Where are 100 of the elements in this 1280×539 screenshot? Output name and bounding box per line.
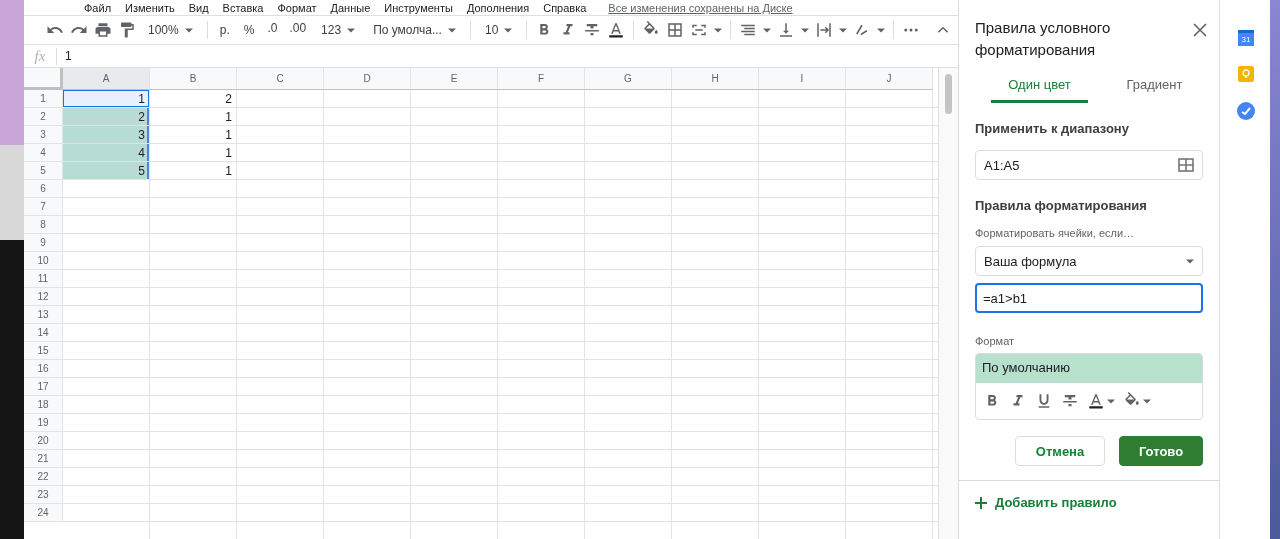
toolbar-dropdown[interactable]: 100% — [142, 21, 199, 39]
row-header[interactable]: 1 — [24, 90, 63, 108]
format-label: Формат — [975, 335, 1016, 347]
column-header[interactable]: G — [585, 68, 672, 90]
row-header[interactable]: 14 — [24, 324, 63, 342]
toolbar-button[interactable]: % — [239, 21, 259, 39]
column-header[interactable]: H — [672, 68, 759, 90]
table-cell[interactable]: 1 — [150, 108, 237, 126]
condition-label: Форматировать ячейки, если… — [975, 227, 1136, 239]
row-header[interactable]: 10 — [24, 252, 63, 270]
menu-item[interactable]: Инструменты — [384, 1, 453, 14]
caret-icon — [1186, 258, 1194, 264]
menu-item[interactable]: Вид — [188, 1, 209, 14]
caret-icon — [504, 27, 513, 33]
column-header[interactable]: E — [411, 68, 498, 90]
close-icon[interactable] — [1193, 23, 1207, 37]
toolbar-button[interactable]: .0 — [264, 21, 281, 39]
row-header[interactable]: 8 — [24, 216, 63, 234]
print-icon[interactable] — [94, 21, 112, 39]
row-header[interactable]: 11 — [24, 270, 63, 288]
menu-item[interactable]: Файл — [84, 1, 112, 14]
column-header[interactable]: C — [237, 68, 324, 90]
caret-icon — [839, 27, 848, 33]
column-header[interactable]: A — [63, 68, 150, 90]
add-rule-button[interactable]: Добавить правило — [975, 495, 1203, 510]
section-heading: Правила форматирования — [975, 198, 1148, 213]
toolbar-dropdown[interactable]: 123 — [315, 21, 362, 39]
condition-dropdown[interactable]: Ваша формула — [975, 246, 1203, 276]
row-header[interactable]: 13 — [24, 306, 63, 324]
column-header[interactable]: F — [498, 68, 585, 90]
caret-icon — [347, 27, 356, 33]
row-header[interactable]: 9 — [24, 234, 63, 252]
range-field[interactable]: A1:A5 — [975, 150, 1203, 180]
menu-item[interactable]: Вставка — [222, 1, 264, 14]
calendar-icon[interactable]: 31 — [1238, 30, 1254, 46]
toolbar-button[interactable]: .00 — [286, 21, 310, 39]
row-header[interactable]: 19 — [24, 414, 63, 432]
row-header[interactable]: 17 — [24, 378, 63, 396]
formula-input[interactable]: 1 — [65, 49, 72, 63]
check-circle-icon[interactable] — [1237, 102, 1255, 120]
column-header[interactable]: J — [846, 68, 933, 90]
row-header[interactable]: 18 — [24, 396, 63, 414]
menu-item[interactable]: Справка — [543, 1, 587, 14]
table-cell[interactable]: 1 — [63, 90, 150, 108]
format-preview: По умолчанию — [976, 354, 1202, 383]
plus-icon — [975, 496, 987, 509]
text-color-icon[interactable] — [1087, 392, 1105, 410]
caret-icon — [184, 27, 193, 33]
caret-icon — [447, 27, 456, 33]
toolbar-dropdown[interactable]: По умолча... — [367, 21, 462, 39]
toolbar-dropdown[interactable]: 10 — [478, 21, 519, 39]
caret-icon — [1143, 398, 1151, 404]
cancel-button[interactable]: Отмена — [1015, 436, 1105, 466]
text-wrap-icon[interactable] — [815, 21, 834, 39]
save-status-link[interactable]: Все изменения сохранены на Диске — [608, 1, 793, 14]
row-header[interactable]: 3 — [24, 126, 63, 144]
row-header[interactable]: 15 — [24, 342, 63, 360]
row-header[interactable]: 21 — [24, 450, 63, 468]
grid-icon[interactable] — [1178, 158, 1194, 172]
column-header[interactable]: B — [150, 68, 237, 90]
row-header[interactable]: 6 — [24, 180, 63, 198]
table-cell[interactable]: 3 — [63, 126, 150, 144]
tab[interactable]: Градиент — [1106, 71, 1203, 103]
caret-icon — [1107, 398, 1115, 404]
row-header[interactable]: 20 — [24, 432, 63, 450]
table-cell[interactable]: 4 — [63, 144, 150, 162]
row-header[interactable]: 5 — [24, 162, 63, 180]
paint-roller-icon[interactable] — [118, 21, 136, 39]
done-button[interactable]: Готово — [1119, 436, 1203, 466]
table-cell[interactable]: 5 — [63, 162, 150, 180]
column-header[interactable]: I — [759, 68, 846, 90]
row-header[interactable]: 12 — [24, 288, 63, 306]
panel-title: Правила условного форматирования — [975, 18, 1112, 60]
table-cell[interactable]: 2 — [150, 90, 237, 108]
toolbar-button[interactable]: р. — [215, 21, 234, 39]
column-header[interactable]: D — [324, 68, 411, 90]
caret-icon — [801, 27, 810, 33]
menu-item[interactable]: Данные — [330, 1, 371, 14]
table-cell[interactable]: 2 — [63, 108, 150, 126]
menu-item[interactable]: Изменить — [125, 1, 175, 14]
row-header[interactable]: 16 — [24, 360, 63, 378]
caret-icon — [877, 27, 886, 33]
menu-item[interactable]: Дополнения — [466, 1, 530, 14]
row-header[interactable]: 24 — [24, 504, 63, 522]
row-header[interactable]: 2 — [24, 108, 63, 126]
scrollbar-thumb[interactable] — [945, 74, 952, 114]
row-header[interactable]: 22 — [24, 468, 63, 486]
section-heading: Применить к диапазону — [975, 121, 1130, 136]
formula-field[interactable]: =a1>b1 — [975, 283, 1203, 313]
caret-icon — [763, 27, 772, 33]
row-header[interactable]: 23 — [24, 486, 63, 504]
tab[interactable]: Один цвет — [991, 71, 1088, 103]
text-color-icon[interactable] — [607, 21, 626, 39]
row-header[interactable]: 4 — [24, 144, 63, 162]
borders-icon[interactable] — [666, 21, 685, 39]
row-header[interactable]: 7 — [24, 198, 63, 216]
table-cell[interactable]: 1 — [150, 126, 237, 144]
menu-item[interactable]: Формат — [277, 1, 317, 14]
table-cell[interactable]: 1 — [150, 162, 237, 180]
table-cell[interactable]: 1 — [150, 144, 237, 162]
